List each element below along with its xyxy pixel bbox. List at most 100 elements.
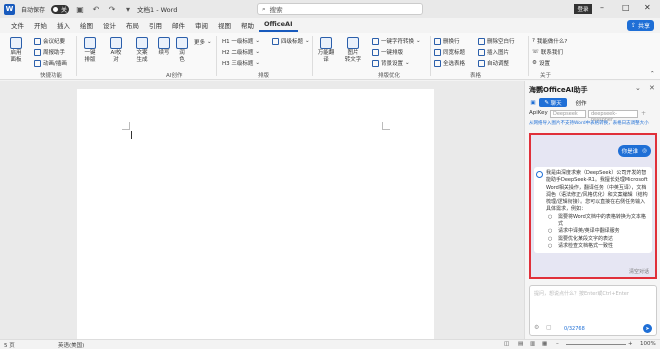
weekly-report-button[interactable]: 周报助手: [34, 48, 65, 56]
ai-proofread-button[interactable]: AI校 对: [108, 37, 124, 64]
animation-button[interactable]: 动画/插画: [34, 59, 67, 67]
h3-button[interactable]: H3 三级标题 ⌄: [222, 59, 260, 67]
background-button[interactable]: 背景设置 ⌄: [372, 59, 410, 67]
tab-home[interactable]: 开始: [29, 18, 52, 32]
provider-select[interactable]: Deepseek: [550, 110, 586, 118]
autosave-toggle[interactable]: 关: [51, 4, 70, 14]
share-button[interactable]: ⇪ 共享: [627, 20, 654, 31]
tab-chat-label: 聊天: [550, 100, 562, 107]
h1-label: H1 一级标题: [222, 39, 254, 45]
document-page[interactable]: [77, 89, 434, 339]
animation-label: 动画/插画: [43, 61, 67, 67]
redo-icon[interactable]: ↷: [107, 5, 117, 14]
settings-button[interactable]: ⚙ 设置: [532, 59, 550, 67]
group-ai-label: AI创作: [166, 73, 183, 79]
zoom-in-icon[interactable]: +: [628, 341, 633, 347]
group-youhua-label: 排版优化: [378, 73, 401, 79]
h2-button[interactable]: H2 二级标题 ⌄: [222, 48, 260, 56]
focus-icon[interactable]: ◫: [504, 341, 509, 347]
tab-chat[interactable]: ✎ 聊天: [539, 98, 567, 107]
enable-panel-button[interactable]: 启用 面板: [6, 37, 26, 64]
clear-chat-button[interactable]: 清空对话: [629, 268, 649, 275]
char-convert-label: 一键字符转换: [381, 39, 415, 45]
print-layout-icon[interactable]: ▥: [530, 341, 535, 347]
close-icon[interactable]: ✕: [649, 84, 655, 92]
tab-design[interactable]: 设计: [98, 18, 121, 32]
polish-button[interactable]: 润 色: [176, 37, 188, 64]
one-click-layout-label: 一键排版: [381, 50, 404, 56]
tab-view[interactable]: 视图: [213, 18, 236, 32]
login-button[interactable]: 登录: [574, 4, 592, 14]
attach-icon[interactable]: ▢: [546, 324, 552, 331]
bot-list-item: 需要将Word文档中的表格转换为文本格式: [548, 214, 648, 229]
tab-review[interactable]: 审阅: [190, 18, 213, 32]
ribbon-separator: [216, 36, 217, 76]
crop-mark: [382, 122, 390, 130]
collapse-ribbon-icon[interactable]: ⌃: [650, 71, 655, 77]
weekly-report-label: 周报助手: [43, 50, 66, 56]
contact-us-button[interactable]: ☏ 联系我们: [532, 48, 563, 56]
language-indicator[interactable]: 英语(美国): [58, 341, 84, 349]
what-can-i-do-button[interactable]: ? 我能做什么?: [532, 37, 567, 45]
bot-list-item: 需要优化某段文字的表达: [548, 236, 648, 244]
one-click-layout-button[interactable]: 一键排版: [372, 48, 403, 56]
auto-adjust-button[interactable]: 自动调整: [478, 59, 509, 67]
insert-image-button[interactable]: 插入图片: [478, 48, 509, 56]
table-icon: [434, 59, 441, 67]
one-click-format-button[interactable]: 一键 排版: [82, 37, 98, 64]
search-box[interactable]: ⌕ 搜索: [257, 3, 423, 15]
web-layout-icon[interactable]: ▦: [542, 341, 547, 347]
tab-layout[interactable]: 布局: [121, 18, 144, 32]
background-icon: [372, 59, 379, 67]
page-count: 5 页: [4, 343, 15, 349]
more-button[interactable]: 更多 ⌄: [194, 38, 212, 46]
notice-text: 从网络导入图片不支持Word中表格转换，表格日志调整大小: [529, 121, 649, 126]
h4-button[interactable]: 四级标题 ⌄: [272, 37, 310, 45]
tab-file[interactable]: 文件: [6, 18, 29, 32]
ribbon: 启用 面板 会议纪要 周报助手 动画/插画 快捷功能 一键 排版 AI校 对 文…: [0, 33, 660, 80]
save-icon[interactable]: ▣: [75, 5, 85, 14]
image-to-text-button[interactable]: 图片 转文字: [342, 37, 364, 64]
delete-linebreak-button[interactable]: 删换行: [434, 37, 460, 45]
polish-label: 润 色: [179, 50, 185, 63]
tab-officeai[interactable]: OfficeAI: [259, 18, 298, 32]
chevron-down-icon[interactable]: ⌄: [635, 84, 641, 92]
read-mode-icon[interactable]: ▤: [518, 341, 523, 347]
minimize-icon[interactable]: –: [600, 3, 604, 12]
delete-blank-rows-button[interactable]: 删除空白行: [478, 37, 515, 45]
chat-input[interactable]: [534, 290, 652, 318]
meeting-minutes-button[interactable]: 会议纪要: [34, 37, 65, 45]
autosave-state: 关: [61, 6, 68, 14]
h1-button[interactable]: H1 一级标题 ⌄: [222, 37, 260, 45]
close-icon[interactable]: ✕: [644, 3, 651, 12]
tab-create[interactable]: 创作: [571, 98, 591, 107]
tab-references[interactable]: 引用: [144, 18, 167, 32]
help-icon: ?: [532, 38, 535, 44]
convert-icon: [372, 37, 379, 45]
translate-button[interactable]: 万能翻 译: [316, 37, 336, 64]
zoom-level[interactable]: 100%: [640, 341, 656, 347]
undo-icon[interactable]: ↶: [91, 5, 101, 14]
ribbon-separator: [528, 36, 529, 76]
tab-insert[interactable]: 插入: [52, 18, 75, 32]
zoom-out-icon[interactable]: –: [556, 341, 559, 347]
customize-icon[interactable]: ▾: [123, 5, 133, 14]
bot-avatar-icon: [536, 171, 543, 178]
settings-icon[interactable]: ⚙: [534, 324, 539, 331]
select-tables-button[interactable]: 全选表格: [434, 59, 465, 67]
continue-write-button[interactable]: 续写: [156, 37, 172, 57]
chevron-down-icon: ⌄: [255, 60, 260, 66]
maximize-icon[interactable]: □: [622, 3, 630, 12]
add-icon[interactable]: +: [641, 110, 646, 117]
same-width-title-button[interactable]: 同宽标题: [434, 48, 465, 56]
copy-generate-button[interactable]: 文案 生成: [134, 37, 150, 64]
chat-icon: ✎: [544, 99, 549, 106]
tab-draw[interactable]: 绘图: [75, 18, 98, 32]
model-select[interactable]: deepseek-reasoner: [588, 110, 638, 123]
char-convert-button[interactable]: 一键字符转换 ⌄: [372, 37, 421, 45]
tab-mailings[interactable]: 邮件: [167, 18, 190, 32]
tab-help[interactable]: 帮助: [236, 18, 259, 32]
send-button[interactable]: ➤: [643, 324, 652, 333]
zoom-slider[interactable]: [566, 344, 626, 345]
chevron-down-icon: ⌄: [405, 60, 410, 66]
